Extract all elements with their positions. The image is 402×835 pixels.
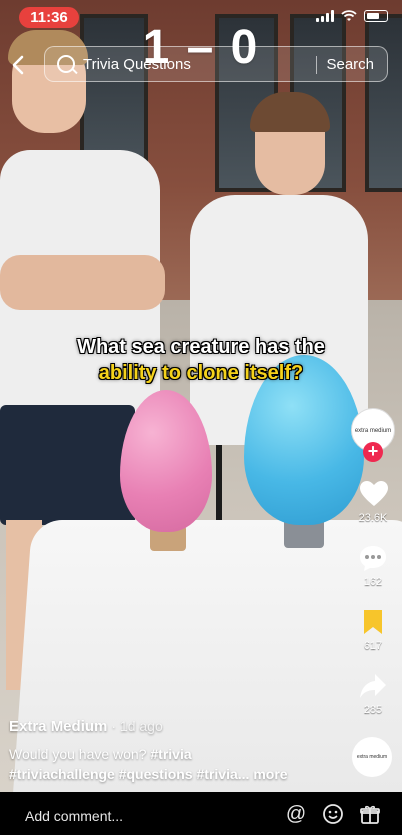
author-line: Extra Medium · 1d ago xyxy=(9,718,163,735)
comment-input[interactable]: Add comment... xyxy=(25,808,123,824)
mention-icon[interactable]: @ xyxy=(285,803,307,825)
save-count: 617 xyxy=(363,640,383,652)
follow-plus-icon[interactable]: + xyxy=(363,442,383,462)
author-name[interactable]: Extra Medium xyxy=(9,718,107,735)
hashtag[interactable]: #trivia... xyxy=(197,766,250,782)
back-icon[interactable] xyxy=(8,54,30,76)
like-count: 23.6K xyxy=(358,512,388,524)
hashtag[interactable]: #trivia xyxy=(150,746,191,762)
comment-icon xyxy=(348,544,398,572)
more-link[interactable]: more xyxy=(253,766,287,782)
save-button[interactable]: 617 xyxy=(348,608,398,652)
share-icon xyxy=(348,672,398,700)
video-frame[interactable] xyxy=(0,0,402,792)
video-screen[interactable]: 11:36 1 – 0 Trivia Questions Search What… xyxy=(0,0,402,835)
music-disc-icon[interactable]: extra medium xyxy=(352,737,392,777)
comment-count: 162 xyxy=(363,576,383,588)
comment-bar: Add comment... @ xyxy=(0,792,402,835)
search-query: Trivia Questions xyxy=(83,56,191,73)
like-button[interactable]: 23.6K xyxy=(348,480,398,524)
bookmark-icon xyxy=(348,608,398,636)
search-input[interactable]: Trivia Questions Search xyxy=(44,46,388,82)
question-caption: What sea creature has the ability to clo… xyxy=(0,334,402,386)
emoji-icon[interactable] xyxy=(322,803,344,825)
desc-text: Would you have won? xyxy=(9,746,151,762)
comment-button[interactable]: 162 xyxy=(348,544,398,588)
search-button[interactable]: Search xyxy=(326,56,374,73)
share-count: 285 xyxy=(363,704,383,716)
caption-line-2: ability to clone itself? xyxy=(98,362,304,384)
search-divider xyxy=(316,56,317,74)
post-time: · 1d ago xyxy=(111,718,163,734)
hashtag[interactable]: #questions xyxy=(119,766,193,782)
share-button[interactable]: 285 xyxy=(348,672,398,716)
heart-icon xyxy=(359,480,388,508)
hashtag[interactable]: #triviachallenge xyxy=(9,766,115,782)
gift-icon[interactable] xyxy=(359,803,381,825)
search-row: Trivia Questions Search xyxy=(0,46,402,84)
search-icon xyxy=(57,55,75,73)
post-description: Would you have won? #trivia #triviachall… xyxy=(9,744,339,784)
caption-line-1: What sea creature has the xyxy=(77,336,325,358)
